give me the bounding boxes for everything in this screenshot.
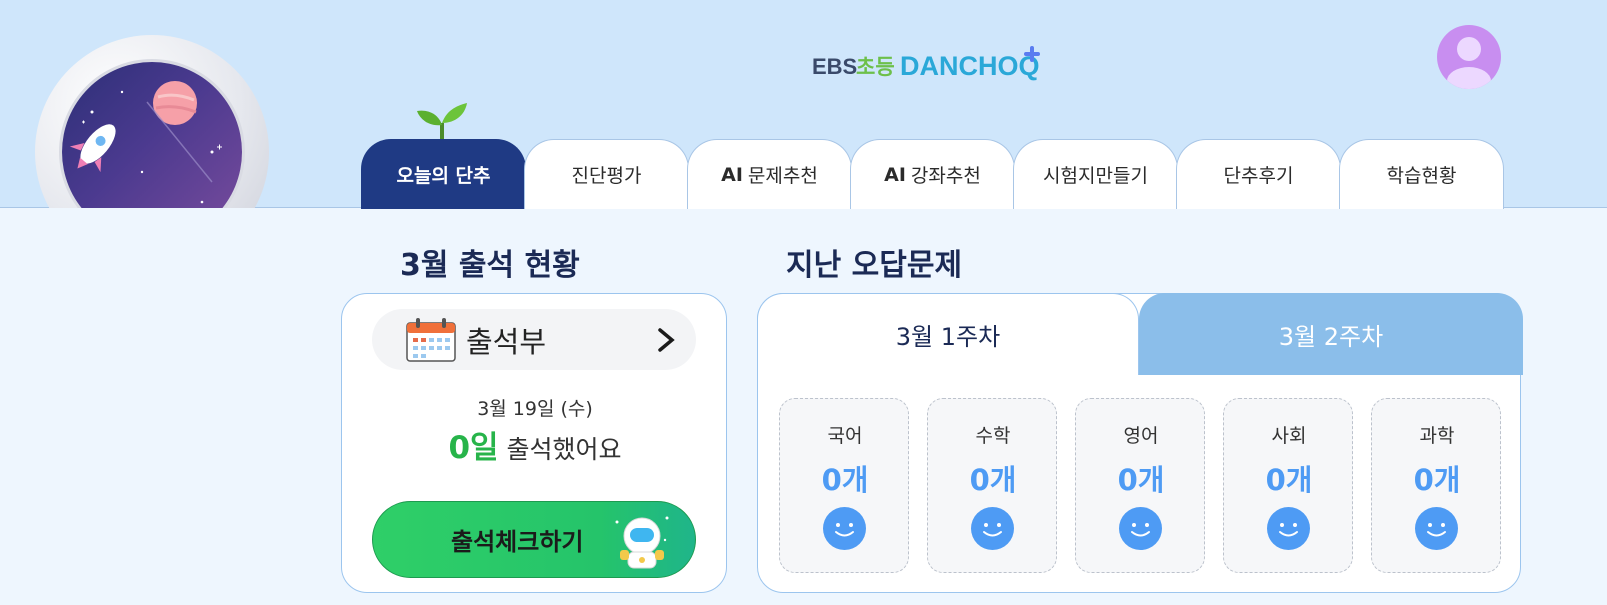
subject-count: 0개 [1413,463,1461,497]
subject-name: 영어 [1123,425,1159,447]
subject-name: 사회 [1271,425,1307,447]
wrong-answers-card: 3월 1주차 3월 2주차 국어 0개 수학 0개 영어 0개 사회 0개 과학… [757,293,1523,593]
user-icon [1447,37,1491,89]
subject-name: 과학 [1419,425,1455,447]
attendance-check-button[interactable]: 출석체크하기 [372,501,696,578]
attendance-ledger-button[interactable]: 출석부 [372,309,696,370]
tab-prefix: AI [721,163,743,186]
tab-week-2[interactable]: 3월 2주차 [1139,293,1523,375]
tab-label: 단추후기 [1223,165,1294,187]
tab-make-exam[interactable]: 시험지만들기 [1013,139,1178,209]
tab-label: 강좌추천 [910,165,981,187]
attendance-card: 출석부 3월 19일 (수) 0일 출석했어요 출석체크하기 [341,293,727,593]
smiley-icon [1267,507,1310,550]
subject-count: 0개 [821,463,869,497]
subject-count: 0개 [969,463,1017,497]
main-tabs: 오늘의 단추 진단평가 AI 문제추천 AI 강좌추천 시험지만들기 단추후기 … [361,139,1504,209]
logo-brand-text: DANCHOQ [900,51,1040,81]
chevron-right-icon [658,328,675,352]
tab-week-1[interactable]: 3월 1주차 [757,293,1139,375]
tab-label: 진단평가 [571,165,642,187]
subject-card-english[interactable]: 영어 0개 [1075,398,1205,573]
astronaut-icon [615,516,669,569]
ledger-label: 출석부 [466,324,547,359]
attendance-suffix: 출석했어요 [506,435,622,464]
tab-today-danchu[interactable]: 오늘의 단추 [361,139,526,209]
tab-learning-status[interactable]: 학습현황 [1339,139,1504,209]
ebs-danchoq-logo[interactable]: EBS 초등 DANCHOQ [812,44,1052,81]
attendance-days: 0일 [448,430,499,466]
user-avatar[interactable] [1437,25,1501,89]
subject-count: 0개 [1117,463,1165,497]
attendance-date: 3월 19일 (수) [477,398,593,420]
tab-reviews[interactable]: 단추후기 [1176,139,1341,209]
subject-name: 수학 [975,425,1011,447]
smiley-icon [823,507,866,550]
subject-card-social[interactable]: 사회 0개 [1223,398,1353,573]
attendance-count: 0일 출석했어요 [342,422,728,467]
tab-label: 시험지만들기 [1043,165,1148,187]
smiley-icon [1119,507,1162,550]
tab-ai-problem[interactable]: AI 문제추천 [687,139,852,209]
logo-cho-text: 초등 [856,55,895,79]
subject-name: 국어 [827,425,863,447]
sprout-icon [417,103,467,143]
tab-ai-lecture[interactable]: AI 강좌추천 [850,139,1015,209]
subject-card-korean[interactable]: 국어 0개 [779,398,909,573]
check-button-label: 출석체크하기 [451,528,584,556]
subject-count: 0개 [1265,463,1313,497]
logo-ebs-text: EBS [812,54,857,79]
tab-diagnostic[interactable]: 진단평가 [524,139,689,209]
tab-label: 학습현황 [1386,165,1457,187]
calendar-icon [406,317,456,362]
tab-label: 문제추천 [747,165,818,187]
tab-prefix: AI [884,163,906,186]
attendance-title: 3월 출석 현황 [400,248,580,283]
wrong-answers-title: 지난 오답문제 [786,248,963,283]
tab-label: 오늘의 단추 [396,165,491,187]
porthole-window [0,0,300,208]
smiley-icon [971,507,1014,550]
smiley-icon [1415,507,1458,550]
subject-card-math[interactable]: 수학 0개 [927,398,1057,573]
subject-card-science[interactable]: 과학 0개 [1371,398,1501,573]
